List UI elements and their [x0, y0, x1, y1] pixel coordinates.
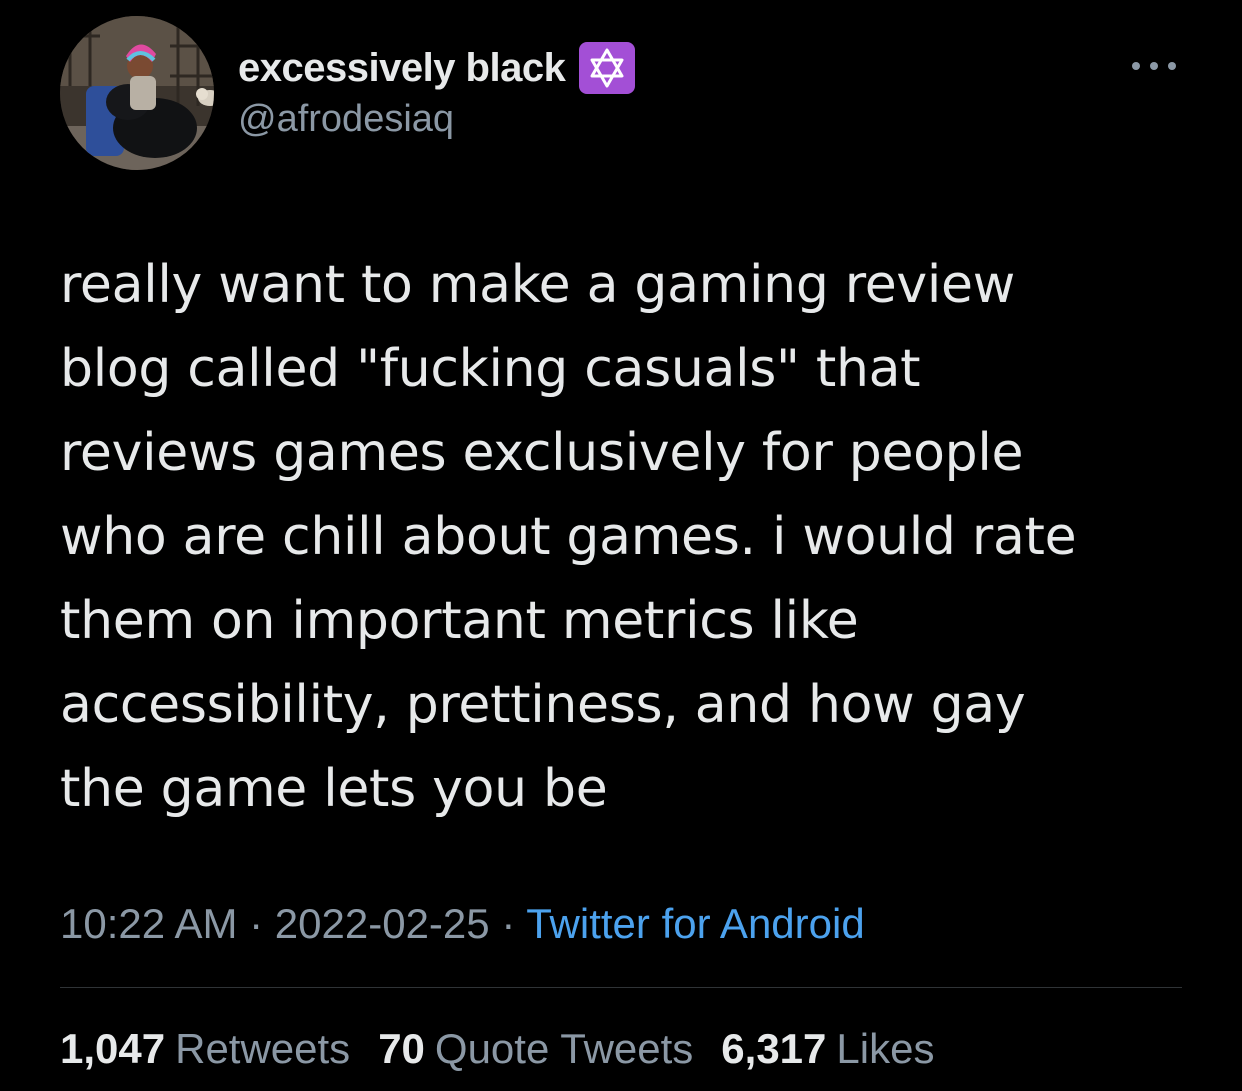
tweet-text-line: blog called "fucking casuals" that — [60, 339, 921, 399]
meta-separator: · — [249, 900, 275, 947]
tweet-time[interactable]: 10:22 AM — [60, 900, 237, 947]
likes-stat[interactable]: 6,317 Likes — [721, 1021, 934, 1077]
tweet-text-line: really want to make a gaming review — [60, 255, 1015, 315]
display-name[interactable]: excessively black — [238, 46, 566, 91]
tweet-text-line: the game lets you be — [60, 759, 608, 819]
quote-tweets-stat[interactable]: 70 Quote Tweets — [378, 1021, 693, 1077]
likes-count: 6,317 — [721, 1025, 827, 1072]
divider — [60, 987, 1182, 988]
tweet-meta: 10:22 AM · 2022-02-25 · Twitter for Andr… — [60, 896, 865, 952]
username-handle[interactable]: @afrodesiaq — [238, 98, 454, 141]
tweet-date[interactable]: 2022-02-25 — [275, 900, 490, 947]
tweet-text-line: accessibility, prettiness, and how gay — [60, 675, 1026, 735]
avatar[interactable] — [60, 16, 214, 170]
tweet-text-line: reviews games exclusively for people — [60, 423, 1024, 483]
tweet-detail: excessively black @afrodesiaq really wan… — [0, 0, 1242, 1091]
engagement-stats: 1,047 Retweets 70 Quote Tweets 6,317 Likes — [60, 1021, 962, 1077]
quote-tweets-label: Quote Tweets — [434, 1025, 694, 1072]
quote-tweets-count: 70 — [378, 1025, 425, 1072]
avatar-photo — [60, 16, 214, 170]
retweets-count: 1,047 — [60, 1025, 166, 1072]
author-name-row: excessively black — [238, 42, 636, 94]
more-options-button[interactable] — [1128, 52, 1180, 80]
retweets-label: Retweets — [175, 1025, 351, 1072]
tweet-source-link[interactable]: Twitter for Android — [526, 900, 864, 947]
tweet-text-line: who are chill about games. i would rate — [60, 507, 1077, 567]
tweet-text: really want to make a gaming review blog… — [60, 243, 1190, 831]
retweets-stat[interactable]: 1,047 Retweets — [60, 1021, 350, 1077]
star-of-david-icon — [579, 42, 636, 94]
more-horizontal-icon — [1132, 62, 1176, 70]
meta-separator: · — [501, 900, 527, 947]
tweet-text-line: them on important metrics like — [60, 591, 859, 651]
likes-label: Likes — [836, 1025, 935, 1072]
